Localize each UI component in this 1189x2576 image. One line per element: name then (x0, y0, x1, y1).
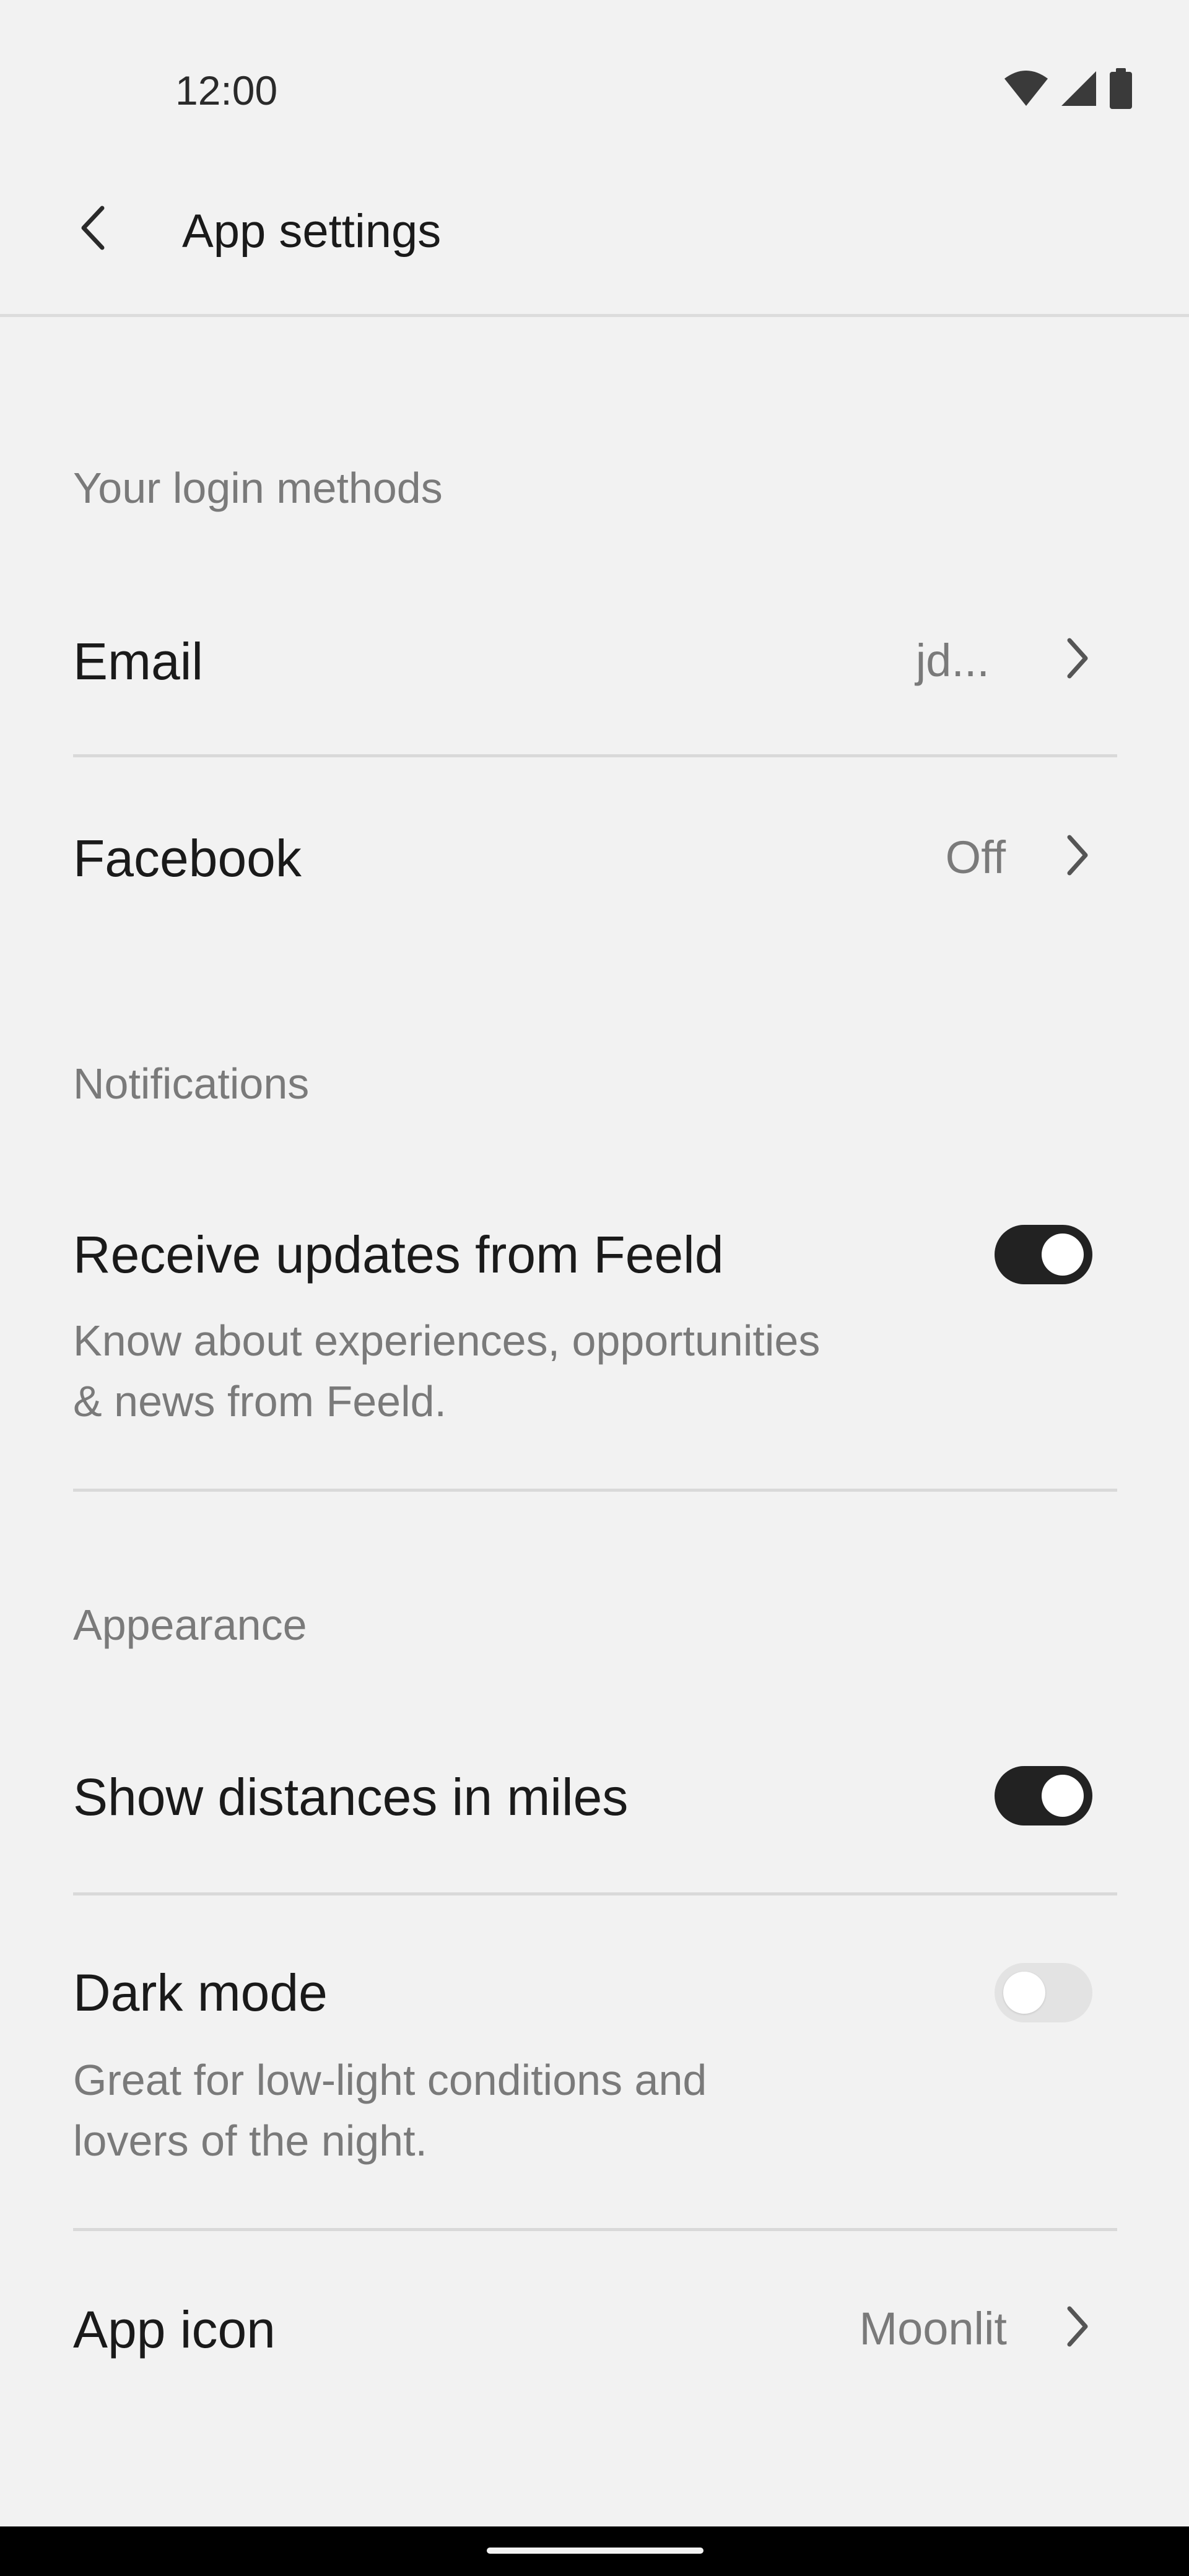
app-bar: App settings (0, 136, 1189, 317)
battery-icon (1108, 68, 1133, 109)
description-line: Great for low-light conditions and (73, 2056, 707, 2104)
divider (73, 2228, 1117, 2231)
receive-updates-label: Receive updates from Feeld (73, 1225, 724, 1284)
app-icon-value: Moonlit (859, 2303, 1007, 2354)
divider (73, 1489, 1117, 1492)
status-bar: 12:00 (0, 0, 1189, 136)
toggle-knob (1042, 1775, 1084, 1817)
show-distances-miles-toggle[interactable] (995, 1766, 1092, 1825)
back-button[interactable] (62, 198, 124, 260)
dark-mode-label: Dark mode (73, 1964, 328, 2022)
section-header-login-methods: Your login methods (73, 464, 443, 512)
dark-mode-row: Dark mode Great for low-light conditions… (73, 1932, 1117, 2211)
section-header-appearance: Appearance (73, 1601, 307, 1649)
toggle-knob (1003, 1972, 1045, 2014)
email-label: Email (73, 632, 204, 690)
description-line: & news from Feeld. (73, 1377, 446, 1425)
dark-mode-toggle[interactable] (995, 1963, 1092, 2022)
signal-icon (1060, 70, 1097, 107)
section-header-notifications: Notifications (73, 1060, 310, 1108)
description-line: Know about experiences, opportunities (73, 1316, 821, 1365)
navigation-bar (0, 2526, 1189, 2576)
divider (73, 754, 1117, 757)
chevron-right-icon (1055, 827, 1099, 883)
show-distances-miles-label: Show distances in miles (73, 1768, 629, 1826)
facebook-row[interactable]: Facebook Off (73, 793, 1117, 923)
receive-updates-row: Receive updates from Feeld Know about ex… (73, 1208, 1117, 1455)
chevron-right-icon (1055, 630, 1099, 686)
page-title: App settings (182, 205, 442, 258)
home-indicator[interactable] (487, 2548, 703, 2554)
app-icon-label: App icon (73, 2300, 276, 2359)
facebook-label: Facebook (73, 829, 302, 887)
receive-updates-toggle[interactable] (995, 1225, 1092, 1284)
facebook-value: Off (945, 832, 1006, 883)
chevron-right-icon (1055, 2299, 1099, 2354)
status-time: 12:00 (175, 67, 278, 113)
status-icons (1003, 68, 1133, 109)
app-settings-screen: 12:00 App settings Your login methods Em… (0, 0, 1189, 2576)
email-row[interactable]: Email jd... (73, 594, 1117, 724)
email-value: jd... (915, 635, 990, 686)
chevron-left-icon (77, 204, 108, 255)
toggle-knob (1042, 1234, 1084, 1276)
dark-mode-description: Great for low-light conditions and lover… (73, 2050, 940, 2171)
wifi-icon (1003, 70, 1049, 107)
app-icon-row[interactable]: App icon Moonlit (73, 2266, 1117, 2396)
description-line: lovers of the night. (73, 2117, 427, 2165)
show-distances-miles-row: Show distances in miles (73, 1734, 1117, 1870)
receive-updates-description: Know about experiences, opportunities & … (73, 1310, 940, 1432)
divider (73, 1892, 1117, 1895)
